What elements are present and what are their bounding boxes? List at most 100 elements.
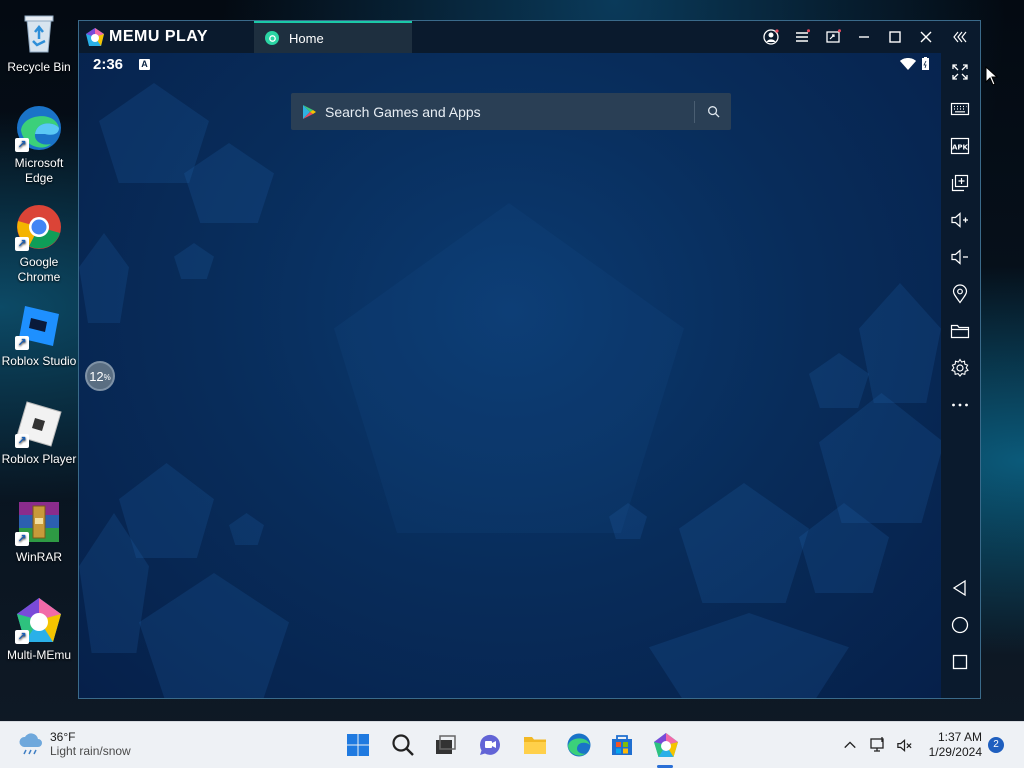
volume-muted-icon (896, 738, 912, 752)
roblox-player-icon: ↗ (15, 400, 63, 448)
screen-tools-icon (826, 29, 841, 43)
android-screen[interactable]: 2:36 A Search Games and Apps 12% (79, 53, 941, 698)
network-button[interactable] (866, 731, 890, 759)
memu-window: MEMU PLAY Home 2:36 A Search Games and A… (78, 20, 981, 699)
shortcut-arrow-icon: ↗ (15, 532, 29, 546)
taskbar-memu-button[interactable] (652, 731, 680, 759)
bg-pentagon (859, 283, 941, 403)
taskbar-search-button[interactable] (389, 731, 417, 759)
status-indicators (900, 57, 929, 70)
desktop-icon-roblox-studio[interactable]: ↗ Roblox Studio (0, 302, 78, 369)
multi-memu-icon: ↗ (15, 596, 63, 644)
apk-icon: APK (950, 137, 970, 155)
desktop-icon-roblox-player[interactable]: ↗ Roblox Player (0, 400, 78, 467)
user-icon (763, 29, 779, 45)
bg-pentagon (819, 393, 941, 523)
volume-down-button[interactable] (949, 246, 971, 268)
android-back-button[interactable] (949, 577, 971, 599)
bg-pentagon (79, 233, 129, 323)
desktop-icon-google-chrome[interactable]: ↗ Google Chrome (0, 203, 78, 285)
weather-widget[interactable]: 36°F Light rain/snow (18, 730, 131, 758)
location-button[interactable] (949, 283, 971, 305)
tab-home[interactable]: Home (254, 21, 412, 53)
notification-badge[interactable]: 2 (988, 737, 1004, 753)
network-monitor-icon (870, 737, 884, 752)
right-toolbar: APK (941, 53, 980, 698)
tab-label: Home (289, 30, 324, 46)
roblox-studio-icon: ↗ (15, 302, 63, 350)
collapse-sidebar-button[interactable] (950, 27, 970, 47)
android-recents-button[interactable] (949, 651, 971, 673)
more-button[interactable] (949, 394, 971, 416)
logo-text: MEMU PLAY (109, 28, 209, 45)
start-button[interactable] (344, 731, 372, 759)
shortcut-arrow-icon: ↗ (15, 336, 29, 350)
memu-logo-icon (86, 28, 104, 46)
task-view-button[interactable] (431, 731, 459, 759)
folder-icon (524, 737, 546, 754)
progress-unit: % (103, 373, 111, 382)
chevrons-left-icon (953, 31, 967, 43)
volume-button[interactable] (892, 731, 916, 759)
gear-icon (951, 358, 969, 377)
more-dots-icon (952, 403, 968, 407)
menu-button[interactable] (792, 27, 812, 47)
progress-value: 12 (89, 368, 104, 384)
status-time: 2:36 (93, 56, 124, 73)
play-store-icon (303, 104, 316, 119)
settings-button[interactable] (949, 357, 971, 379)
rain-snow-cloud-icon (19, 733, 42, 755)
search-icon (707, 106, 720, 118)
chrome-icon: ↗ (15, 203, 63, 251)
edge-icon (567, 733, 591, 757)
maximize-button[interactable] (885, 27, 905, 47)
desktop-icon-winrar[interactable]: ↗ WinRAR (0, 498, 78, 565)
fullscreen-button[interactable] (949, 61, 971, 83)
desktop-icon-multi-memu[interactable]: ↗ Multi-MEmu (0, 596, 78, 663)
add-window-icon (951, 174, 969, 192)
mouse-cursor-icon (985, 66, 999, 86)
volume-up-button[interactable] (949, 209, 971, 231)
home-circle-icon (951, 616, 969, 634)
multi-instance-button[interactable] (949, 172, 971, 194)
install-apk-button[interactable]: APK (949, 135, 971, 157)
show-hidden-icons-button[interactable] (838, 731, 862, 759)
account-button[interactable] (761, 27, 781, 47)
minimize-button[interactable] (854, 27, 874, 47)
battery-icon (922, 57, 929, 70)
memu-icon (654, 733, 678, 757)
close-button[interactable] (916, 27, 936, 47)
clock-time: 1:37 AM (937, 730, 982, 744)
loading-progress: 12% (85, 361, 115, 391)
keymapping-button[interactable] (949, 98, 971, 120)
bg-pentagon (139, 573, 289, 698)
svg-text:APK: APK (952, 144, 969, 152)
taskbar-edge-button[interactable] (565, 731, 593, 759)
clock-date: 1/29/2024 (928, 745, 982, 759)
home-tab-icon (265, 31, 279, 45)
desktop-icon-microsoft-edge[interactable]: ↗ Microsoft Edge (0, 104, 78, 186)
recycle-bin-icon (15, 8, 63, 56)
bg-pentagon (334, 203, 684, 533)
chat-button[interactable] (476, 731, 504, 759)
shared-folder-button[interactable] (949, 320, 971, 342)
weather-temp: 36°F (50, 730, 76, 744)
shortcut-arrow-icon: ↗ (15, 138, 29, 152)
android-home-button[interactable] (949, 614, 971, 636)
search-bar[interactable]: Search Games and Apps (291, 93, 731, 130)
search-placeholder: Search Games and Apps (325, 103, 481, 120)
taskbar-clock[interactable]: 1:37 AM 1/29/2024 (922, 730, 982, 760)
recents-square-icon (952, 654, 968, 670)
notification-a-icon: A (139, 59, 150, 70)
file-explorer-button[interactable] (521, 731, 549, 759)
chevron-up-icon (844, 741, 856, 749)
bg-pentagon (649, 613, 849, 698)
back-triangle-icon (952, 579, 966, 597)
volume-down-icon (951, 249, 968, 265)
microsoft-store-button[interactable] (608, 731, 636, 759)
desktop-icon-recycle-bin[interactable]: Recycle Bin (0, 8, 78, 75)
keyboard-icon (950, 102, 970, 116)
search-button[interactable] (695, 105, 731, 118)
screen-tools-button[interactable] (823, 27, 843, 47)
maximize-icon (889, 31, 901, 43)
